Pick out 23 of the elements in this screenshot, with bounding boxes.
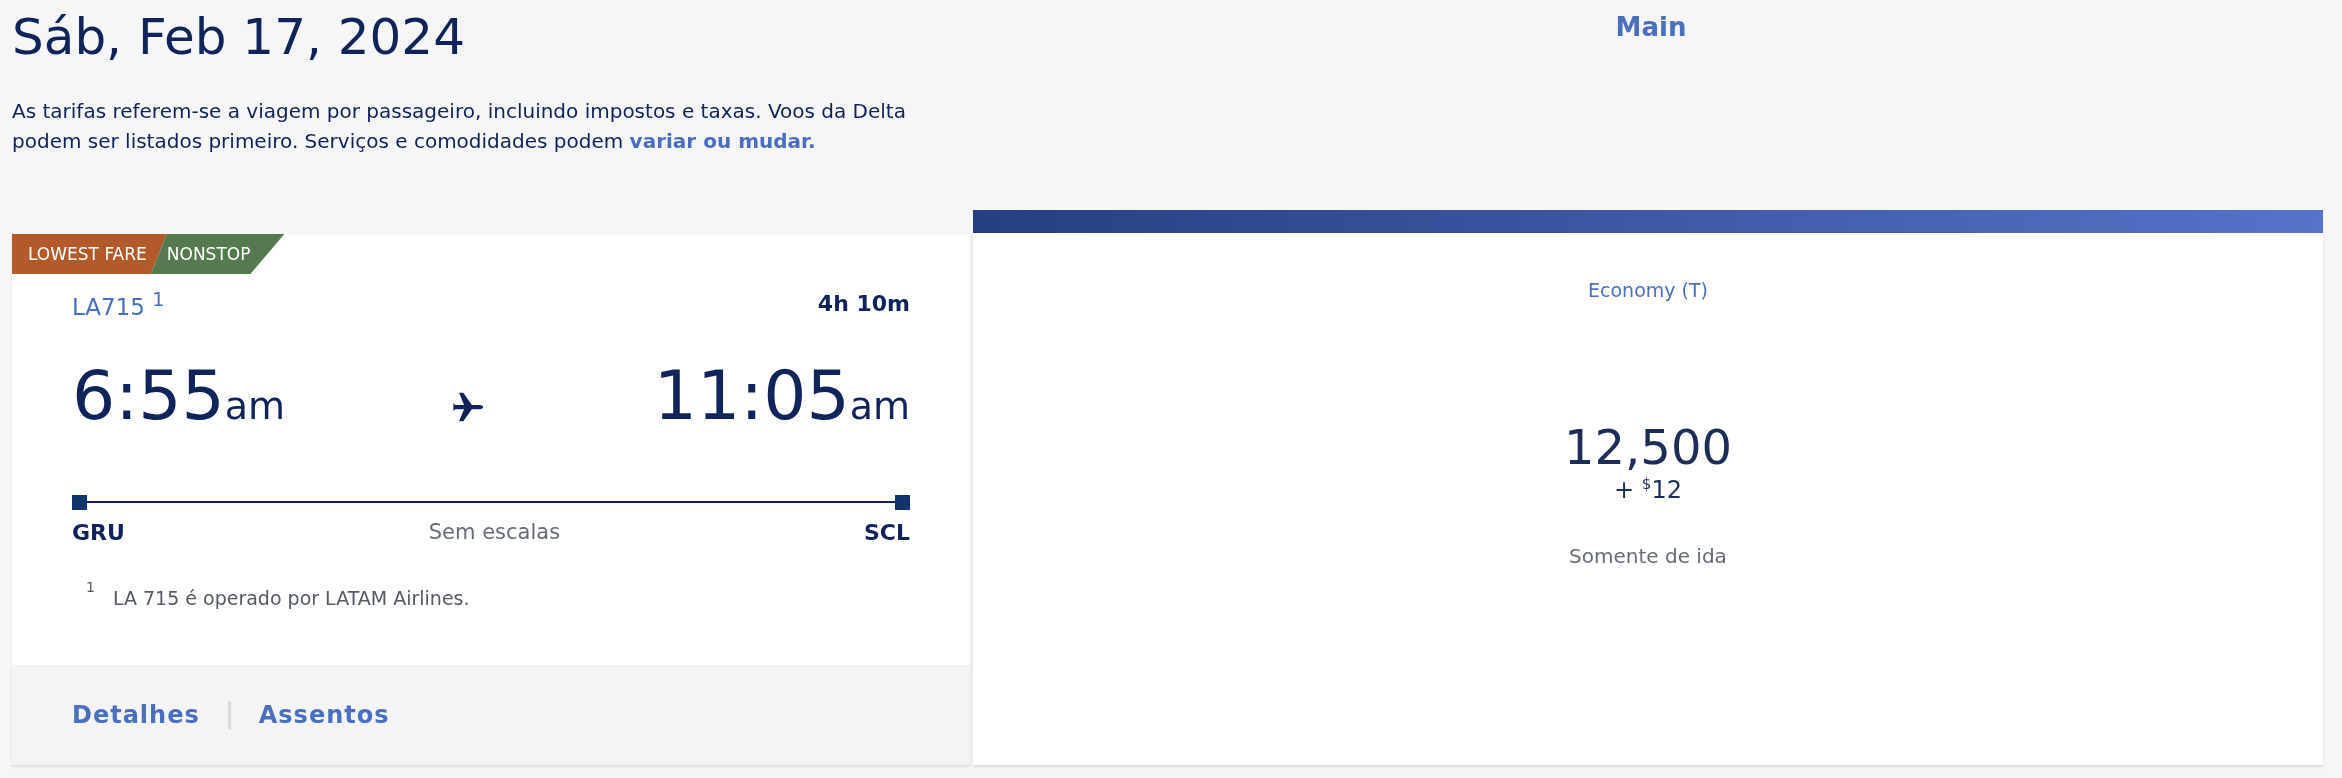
fare-notice: As tarifas referem-se a viagem por passageiro, incluindo impostos e taxas. Voos da Delta podem ser listados primeiro. Serviços e comodidades podem variar ou mudar. (12, 98, 907, 155)
flight-number[interactable]: LA715 $^{1}$ (72, 288, 165, 320)
trip-type: Somente de ida (1569, 544, 1727, 568)
arrival-time: 11:05 am (653, 355, 910, 435)
origin-airport: GRU (72, 519, 125, 545)
date-title: Sáb, Feb 17, 2024 (12, 8, 466, 66)
departure-time: 6:55 am (72, 355, 285, 435)
fare-tag: NONSTOP (150, 234, 285, 274)
footnote-mark: 1 (86, 578, 95, 597)
footnote-text: LA 715 é operado por LATAM Airlines. (112, 586, 470, 609)
policy-link[interactable]: variar ou mudar. (629, 129, 816, 153)
destination-airport: SCL (863, 519, 910, 545)
stops-label: Sem escalas (428, 520, 561, 545)
origin-marker (72, 494, 87, 510)
fare-column-title: Main (1614, 11, 1688, 44)
flight-duration: 4h 10m (817, 291, 910, 317)
taxes-price: + $^{$}$12 (1614, 475, 1682, 504)
miles-price: 12,500 (1564, 419, 1732, 475)
cabin-label: Economy (T) (1588, 279, 1708, 301)
fare-card[interactable]: Economy (T) 12,500 + $^{$}$12 Somente de ida (973, 233, 2323, 765)
card-link[interactable]: Assentos (227, 701, 418, 729)
destination-marker (895, 494, 910, 510)
card-link[interactable]: Detalhes (72, 701, 228, 729)
